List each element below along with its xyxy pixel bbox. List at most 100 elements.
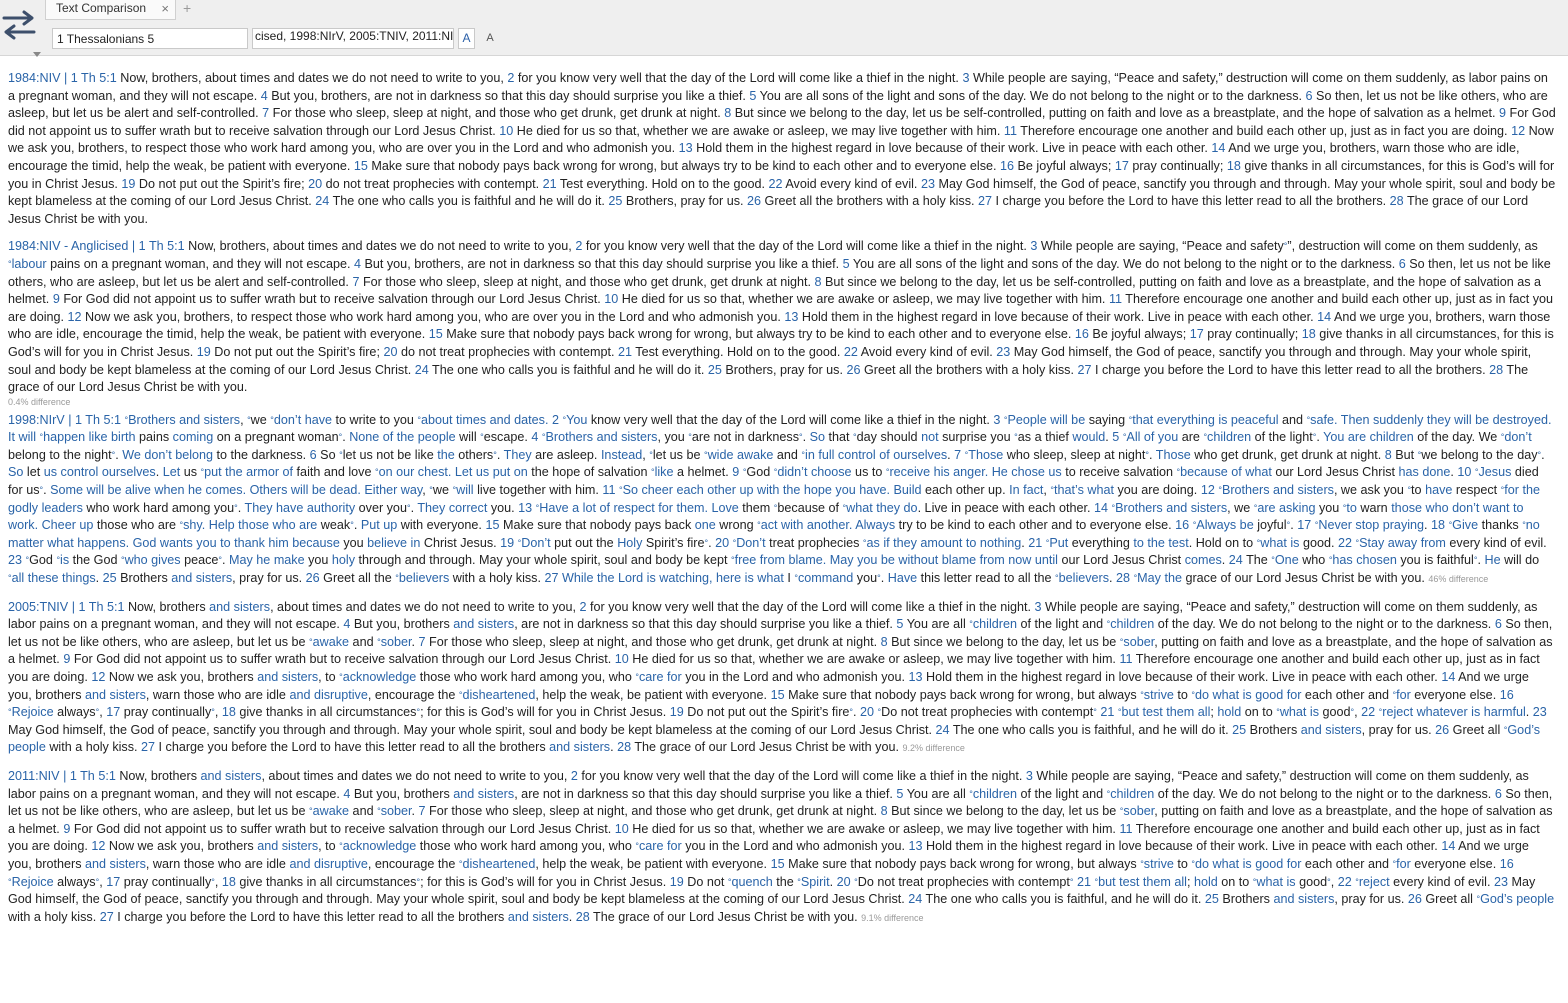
verse-number[interactable]: 24 — [1229, 553, 1243, 567]
verse-number[interactable]: 24 — [936, 723, 950, 737]
verse-number[interactable]: 10 — [615, 822, 629, 836]
verse-number[interactable]: 23 — [996, 345, 1010, 359]
verse-number[interactable]: 20 — [715, 536, 729, 550]
verse-number[interactable]: 18 — [1227, 159, 1241, 173]
verse-number[interactable]: 25 — [708, 363, 722, 377]
tab-text-comparison[interactable]: Text Comparison × — [45, 0, 176, 20]
verse-number[interactable]: 3 — [1035, 600, 1042, 614]
verse-number[interactable]: 14 — [1211, 141, 1225, 155]
verse-number[interactable]: 27 — [1077, 363, 1091, 377]
verse-number[interactable]: 7 — [419, 635, 426, 649]
verse-number[interactable]: 6 — [1399, 257, 1406, 271]
versions-input[interactable]: cised, 1998:NIrV, 2005:TNIV, 2011:NIV — [252, 28, 454, 49]
verse-number[interactable]: 5 — [843, 257, 850, 271]
verse-number[interactable]: 24 — [315, 194, 329, 208]
verse-number[interactable]: 10 — [1457, 465, 1471, 479]
verse-number[interactable]: 13 — [518, 501, 532, 515]
verse-number[interactable]: 18 — [1431, 518, 1445, 532]
version-reference-link[interactable]: 1984:NIV - Anglicised | 1 Th 5:1 — [8, 239, 185, 253]
verse-number[interactable]: 11 — [1119, 652, 1132, 666]
verse-number[interactable]: 13 — [784, 310, 798, 324]
menu-caret-icon[interactable] — [33, 45, 41, 57]
verse-number[interactable]: 9 — [1499, 106, 1506, 120]
verse-number[interactable]: 12 — [1511, 124, 1525, 138]
verse-number[interactable]: 8 — [1385, 448, 1392, 462]
verse-number[interactable]: 16 — [1500, 688, 1514, 702]
verse-number[interactable]: 16 — [1075, 327, 1089, 341]
verse-number[interactable]: 15 — [429, 327, 443, 341]
verse-number[interactable]: 23 — [1533, 705, 1547, 719]
verse-number[interactable]: 13 — [909, 839, 923, 853]
verse-number[interactable]: 8 — [815, 275, 822, 289]
verse-number[interactable]: 18 — [1302, 327, 1316, 341]
version-reference-link[interactable]: 1998:NIrV | 1 Th 5:1 — [8, 413, 121, 427]
verse-number[interactable]: 14 — [1317, 310, 1331, 324]
verse-number[interactable]: 4 — [261, 89, 268, 103]
verse-number[interactable]: 8 — [881, 804, 888, 818]
verse-number[interactable]: 17 — [1190, 327, 1204, 341]
verse-number[interactable]: 26 — [1408, 892, 1422, 906]
verse-number[interactable]: 23 — [1494, 875, 1508, 889]
verse-number[interactable]: 19 — [670, 705, 684, 719]
verse-number[interactable]: 19 — [500, 536, 514, 550]
verse-number[interactable]: 19 — [121, 177, 135, 191]
verse-number[interactable]: 22 — [1361, 705, 1375, 719]
font-smaller-button[interactable]: A — [482, 28, 498, 49]
verse-number[interactable]: 10 — [604, 292, 618, 306]
verse-number[interactable]: 2 — [552, 413, 559, 427]
verse-number[interactable]: 24 — [415, 363, 429, 377]
verse-number[interactable]: 28 — [1116, 571, 1130, 585]
verse-number[interactable]: 11 — [1119, 822, 1132, 836]
verse-number[interactable]: 6 — [1306, 89, 1313, 103]
verse-number[interactable]: 4 — [354, 257, 361, 271]
verse-number[interactable]: 14 — [1441, 670, 1455, 684]
verse-number[interactable]: 27 — [100, 910, 114, 924]
verse-number[interactable]: 26 — [1435, 723, 1449, 737]
verse-number[interactable]: 26 — [846, 363, 860, 377]
verse-number[interactable]: 25 — [103, 571, 117, 585]
verse-number[interactable]: 2 — [571, 769, 578, 783]
verse-number[interactable]: 15 — [354, 159, 368, 173]
verse-number[interactable]: 15 — [771, 857, 785, 871]
verse-number[interactable]: 6 — [310, 448, 317, 462]
verse-number[interactable]: 24 — [908, 892, 922, 906]
verse-number[interactable]: 28 — [1489, 363, 1503, 377]
verse-number[interactable]: 9 — [53, 292, 60, 306]
verse-number[interactable]: 23 — [921, 177, 935, 191]
verse-number[interactable]: 13 — [679, 141, 693, 155]
add-tab-icon[interactable]: + — [183, 0, 191, 16]
verse-number[interactable]: 11 — [602, 483, 615, 497]
verse-number[interactable]: 27 — [978, 194, 992, 208]
verse-number[interactable]: 17 — [106, 875, 120, 889]
verse-number[interactable]: 15 — [485, 518, 499, 532]
verse-number[interactable]: 20 — [383, 345, 397, 359]
verse-number[interactable]: 12 — [1201, 483, 1215, 497]
verse-number[interactable]: 21 — [1077, 875, 1091, 889]
verse-number[interactable]: 3 — [1026, 769, 1033, 783]
verse-number[interactable]: 6 — [1495, 787, 1502, 801]
verse-number[interactable]: 17 — [1297, 518, 1311, 532]
verse-number[interactable]: 16 — [1000, 159, 1014, 173]
verse-number[interactable]: 19 — [670, 875, 684, 889]
verse-number[interactable]: 22 — [1338, 875, 1352, 889]
verse-number[interactable]: 21 — [1100, 705, 1114, 719]
reference-input[interactable] — [52, 28, 248, 49]
verse-number[interactable]: 12 — [91, 670, 105, 684]
verse-number[interactable]: 20 — [837, 875, 851, 889]
verse-number[interactable]: 16 — [1175, 518, 1189, 532]
verse-number[interactable]: 25 — [1205, 892, 1219, 906]
version-reference-link[interactable]: 2005:TNIV | 1 Th 5:1 — [8, 600, 124, 614]
verse-number[interactable]: 8 — [881, 635, 888, 649]
verse-number[interactable]: 20 — [308, 177, 322, 191]
verse-number[interactable]: 11 — [1004, 124, 1017, 138]
verse-number[interactable]: 15 — [771, 688, 785, 702]
verse-number[interactable]: 17 — [106, 705, 120, 719]
verse-number[interactable]: 19 — [197, 345, 211, 359]
verse-number[interactable]: 26 — [747, 194, 761, 208]
verse-number[interactable]: 22 — [1338, 536, 1352, 550]
verse-number[interactable]: 17 — [1115, 159, 1129, 173]
verse-number[interactable]: 28 — [617, 740, 631, 754]
verse-number[interactable]: 12 — [91, 839, 105, 853]
verse-number[interactable]: 25 — [608, 194, 622, 208]
verse-number[interactable]: 10 — [499, 124, 513, 138]
